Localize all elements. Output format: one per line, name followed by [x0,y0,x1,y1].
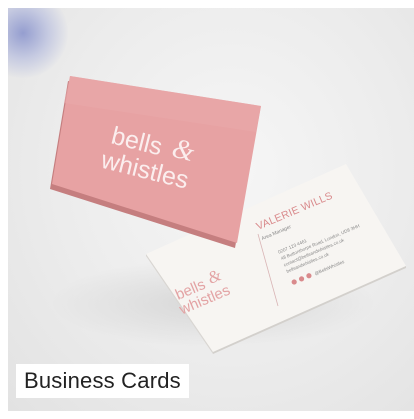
product-caption[interactable]: Business Cards [16,364,189,398]
product-tile[interactable]: bells & whistles VALERIE WILLS Area Mana… [0,0,414,419]
front-card: bells & whistles [50,76,261,248]
product-photo: bells & whistles VALERIE WILLS Area Mana… [8,8,414,411]
business-cards-illustration: bells & whistles VALERIE WILLS Area Mana… [50,76,406,354]
